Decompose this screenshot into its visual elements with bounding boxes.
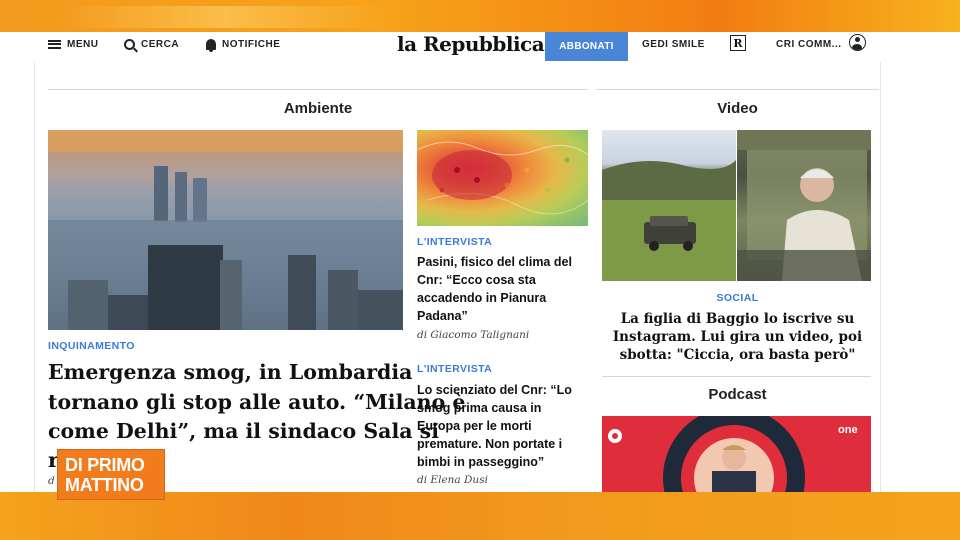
headline-line: sbotta: "Ciccia, ora basta però" [619, 347, 856, 363]
headline-line: Emergenza smog, in Lombardia [48, 360, 413, 384]
divider [596, 89, 879, 90]
account-label: CRI COMM... [776, 38, 842, 50]
search-icon [124, 38, 135, 50]
headline-line: Instagram. Lui gira un video, poi [612, 329, 863, 345]
headline-line: tornano gli stop alle auto. “Milano è [48, 390, 466, 414]
podcast-cover-illustration [608, 416, 805, 492]
repubblica-r-icon[interactable]: R [730, 35, 746, 51]
account-button[interactable]: CRI COMM... [776, 35, 842, 53]
headline-line: Cnr: “Ecco cosa sta [417, 273, 536, 287]
side-story-1-kicker[interactable]: L'INTERVISTA [417, 236, 492, 248]
content-border-right [880, 62, 881, 492]
video-thumbnail-car[interactable] [602, 130, 736, 281]
tv-show-overlay: DI PRIMO MATTINO [57, 449, 165, 500]
notifications-label: NOTIFICHE [222, 38, 281, 50]
video-story-kicker[interactable]: SOCIAL [596, 292, 879, 304]
video-thumbnail-man-in-car[interactable] [737, 130, 871, 281]
main-story-byline: d [48, 475, 55, 487]
headline-line: premature. Non portate i [417, 437, 563, 451]
headline-line: Europa per le morti [417, 419, 532, 433]
tv-show-title-line1: DI PRIMO [65, 454, 145, 475]
menu-label: MENU [67, 38, 99, 50]
notifications-button[interactable]: NOTIFICHE [206, 35, 280, 53]
gedi-smile-label: GEDI SMILE [642, 38, 705, 50]
headline-line: bimbi in passeggino” [417, 455, 545, 469]
headline-line: Pasini, fisico del clima del [417, 255, 572, 269]
search-button[interactable]: CERCA [124, 35, 179, 53]
smog-milano-image[interactable] [48, 130, 403, 330]
search-label: CERCA [141, 38, 180, 50]
headline-line: La figlia di Baggio lo iscrive su [620, 311, 855, 327]
subscribe-button[interactable]: ABBONATI [545, 32, 628, 61]
side-story-1-byline: di Giacomo Talignani [417, 329, 530, 341]
menu-icon [48, 39, 61, 49]
side-story-2-kicker[interactable]: L'INTERVISTA [417, 363, 492, 375]
headline-line: Lo scienziato del Cnr: “Lo [417, 383, 572, 397]
tv-show-title-line2: MATTINO [65, 474, 144, 495]
headline-line: smog prima causa in [417, 401, 542, 415]
menu-button[interactable]: MENU [48, 35, 98, 53]
divider [602, 376, 871, 377]
side-story-2-byline: di Elena Dusi [417, 474, 488, 486]
section-title-video[interactable]: Video [596, 100, 879, 117]
skyline-illustration [48, 130, 403, 330]
section-title-podcast[interactable]: Podcast [596, 386, 879, 403]
tv-top-band [0, 0, 960, 32]
user-icon[interactable] [849, 34, 866, 51]
heatmap-illustration [417, 141, 588, 215]
podcast-brand-logo: one [838, 424, 858, 436]
headline-line: come Delhi”, ma il sindaco Sala si [48, 419, 439, 443]
main-story-kicker[interactable]: INQUINAMENTO [48, 340, 135, 352]
site-logo[interactable]: la Repubblica [397, 32, 545, 56]
car-field-illustration [602, 160, 736, 281]
podcast-cover-image[interactable]: one [602, 416, 871, 492]
divider [48, 89, 588, 90]
headline-line: Padana” [417, 309, 468, 323]
gedi-smile-link[interactable]: GEDI SMILE [642, 35, 705, 53]
headline-line: accadendo in Pianura [417, 291, 547, 305]
man-in-car-illustration [737, 130, 871, 281]
site-header: MENU CERCA NOTIFICHE la Repubblica ABBON… [0, 32, 960, 62]
bell-icon [206, 38, 216, 52]
content-border-left [34, 62, 35, 492]
pollution-heatmap-image[interactable] [417, 130, 588, 226]
section-title-ambiente[interactable]: Ambiente [48, 100, 588, 117]
